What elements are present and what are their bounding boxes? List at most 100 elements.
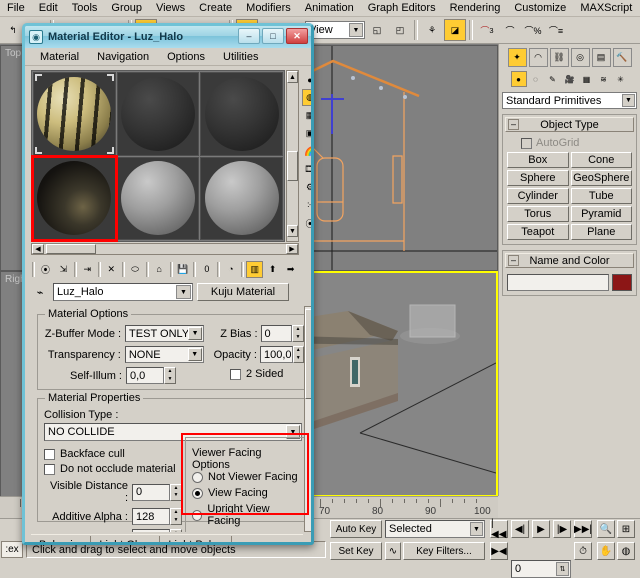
key-mode-combo[interactable]: Selected ▼ <box>385 520 485 538</box>
select-by-material-icon[interactable]: ⁙ <box>302 197 315 214</box>
menu-tools[interactable]: Tools <box>65 1 105 15</box>
zoom-all-icon[interactable]: ⊞ <box>617 520 635 538</box>
show-end-result-icon[interactable]: ▥ <box>246 261 263 278</box>
spinner-arrows-icon[interactable]: ▲▼ <box>170 529 182 532</box>
helpers-icon[interactable]: ▦ <box>579 71 595 87</box>
lights-icon[interactable]: ✎ <box>545 71 561 87</box>
menu-edit[interactable]: Edit <box>32 1 65 15</box>
material-effects-channel-icon[interactable]: 0 <box>198 261 215 278</box>
maximize-button[interactable]: □ <box>262 28 284 44</box>
use-pivot-center-icon[interactable]: ◱ <box>366 19 388 41</box>
animate-curve-icon[interactable]: ∿ <box>385 542 401 560</box>
object-category-combo[interactable]: Standard Primitives ▼ <box>502 92 637 109</box>
zbias-value[interactable]: 0 <box>261 325 292 342</box>
sample-slot-5[interactable] <box>117 157 200 241</box>
tab-modify-icon[interactable]: ◠ <box>529 48 548 67</box>
create-cone-button[interactable]: Cone <box>571 152 633 168</box>
tab-behavior[interactable]: Behavior <box>31 536 91 545</box>
collapse-icon[interactable]: – <box>508 119 519 130</box>
undo-icon[interactable]: ↰ <box>2 19 24 41</box>
spinner-arrows-icon[interactable]: ▲▼ <box>293 346 304 363</box>
spinner-arrows-icon[interactable]: ▲▼ <box>292 325 304 342</box>
eyedropper-icon[interactable]: ⌁ <box>31 286 49 299</box>
two-sided-row[interactable]: 2 Sided <box>230 368 283 380</box>
material-editor-window[interactable]: ◉ Material Editor - Luz_Halo – □ ✕ Mater… <box>22 23 314 545</box>
tab-light-pulse[interactable]: Light Pulse <box>160 536 231 545</box>
menu-customize[interactable]: Customize <box>507 1 573 15</box>
go-to-start-icon[interactable]: |◀◀ <box>490 520 508 538</box>
reset-map-icon[interactable]: ✕ <box>103 261 120 278</box>
me-menu-utilities[interactable]: Utilities <box>214 50 267 64</box>
additive-alpha-value[interactable]: 128 <box>132 508 170 525</box>
tab-utilities-icon[interactable]: 🔨 <box>613 48 632 67</box>
make-preview-icon[interactable]: 🎞 <box>302 161 315 178</box>
snap-toggle-3d-icon[interactable]: ⌒3 <box>476 19 498 41</box>
play-animation-icon[interactable]: ▶ <box>532 520 550 538</box>
no-occlude-checkbox[interactable] <box>44 464 55 475</box>
selfillum-spinner[interactable]: 0,0 ▲▼ <box>126 367 176 384</box>
opacity-value[interactable]: 100,0 <box>260 346 293 363</box>
object-color-swatch[interactable] <box>612 274 632 291</box>
make-unique-icon[interactable]: ⌂ <box>151 261 168 278</box>
spinner-arrows-icon[interactable]: ▲▼ <box>170 484 182 501</box>
mirror-icon[interactable]: ◪ <box>444 19 466 41</box>
cameras-icon[interactable]: 🎥 <box>562 71 578 87</box>
tab-light-glow[interactable]: Light Glow <box>91 536 160 545</box>
opacity-spinner[interactable]: 100,0 ▲▼ <box>260 346 304 363</box>
additive-alpha-spinner[interactable]: 128 ▲▼ <box>132 508 182 525</box>
backface-cull-checkbox[interactable] <box>44 449 55 460</box>
create-pyramid-button[interactable]: Pyramid <box>571 206 633 222</box>
options-icon[interactable]: ⚙ <box>302 179 315 196</box>
orbit-view-icon[interactable]: ◍ <box>617 542 635 560</box>
angle-snap-icon[interactable]: ⌒ <box>499 19 521 41</box>
material-type-button[interactable]: Kuju Material <box>197 283 289 301</box>
me-menu-material[interactable]: Material <box>31 50 88 64</box>
upright-view-facing-radio[interactable] <box>192 510 202 521</box>
maxscript-mini-listener[interactable]: :ex <box>1 541 23 558</box>
menu-maxscript[interactable]: MAXScript <box>573 1 639 15</box>
spinner-icon[interactable]: ⇅ <box>556 562 569 576</box>
scroll-down-icon[interactable]: ▼ <box>287 225 298 237</box>
previous-frame-icon[interactable]: ◀| <box>511 520 529 538</box>
reference-coordinate-system-combo[interactable]: View ▼ <box>305 21 365 39</box>
pan-view-icon[interactable]: ✋ <box>597 542 615 560</box>
zoom-tool-icon[interactable]: 🔍 <box>597 520 615 538</box>
go-to-parent-icon[interactable]: ⬆ <box>264 261 281 278</box>
selfillum-value[interactable]: 0,0 <box>126 367 164 384</box>
menu-modifiers[interactable]: Modifiers <box>239 1 298 15</box>
create-teapot-button[interactable]: Teapot <box>507 224 569 240</box>
spinner-arrows-icon[interactable]: ▲▼ <box>164 367 176 384</box>
key-mode-toggle-icon[interactable]: ▶◀ <box>490 542 508 560</box>
tab-display-icon[interactable]: ▤ <box>592 48 611 67</box>
sample-slot-3[interactable] <box>200 72 283 156</box>
show-map-in-viewport-icon[interactable]: ◔ <box>222 261 239 278</box>
zbuffer-combo[interactable]: TEST ONLY ▼ <box>125 325 204 342</box>
object-type-rollout-header[interactable]: – Object Type <box>505 117 634 132</box>
two-sided-checkbox[interactable] <box>230 369 241 380</box>
scroll-thumb[interactable] <box>287 151 298 181</box>
chevron-down-icon[interactable]: ▼ <box>470 522 483 536</box>
menu-rendering[interactable]: Rendering <box>443 1 508 15</box>
material-name-combo[interactable]: Luz_Halo ▼ <box>53 283 193 301</box>
background-checker-icon[interactable]: ▦ <box>302 107 315 124</box>
set-key-button[interactable]: Set Key <box>330 542 382 560</box>
view-facing-radio[interactable] <box>192 488 203 499</box>
next-frame-icon[interactable]: |▶ <box>553 520 571 538</box>
spinner-arrows-icon[interactable]: ▲▼ <box>170 508 182 525</box>
assign-material-to-selection-icon[interactable]: ⇥ <box>79 261 96 278</box>
object-name-input[interactable] <box>507 274 609 291</box>
percent-snap-icon[interactable]: ⌒% <box>522 19 544 41</box>
material-editor-titlebar[interactable]: ◉ Material Editor - Luz_Halo – □ ✕ <box>25 26 311 48</box>
visible-distance-spinner[interactable]: 0 ▲▼ <box>132 484 182 501</box>
spinner-snap-icon[interactable]: ⌒≡ <box>545 19 567 41</box>
name-and-color-rollout-header[interactable]: – Name and Color <box>505 253 634 268</box>
not-viewer-facing-radio[interactable] <box>192 472 203 483</box>
close-button[interactable]: ✕ <box>286 28 308 44</box>
sort-priority-value[interactable]: 0 <box>132 529 170 532</box>
make-material-copy-icon[interactable]: ⬭ <box>127 261 144 278</box>
create-geosphere-button[interactable]: GeoSphere <box>571 170 633 186</box>
menu-group[interactable]: Group <box>104 1 149 15</box>
scroll-thumb[interactable] <box>46 244 96 254</box>
autogrid-row[interactable]: AutoGrid <box>521 137 632 149</box>
autogrid-checkbox[interactable] <box>521 138 532 149</box>
